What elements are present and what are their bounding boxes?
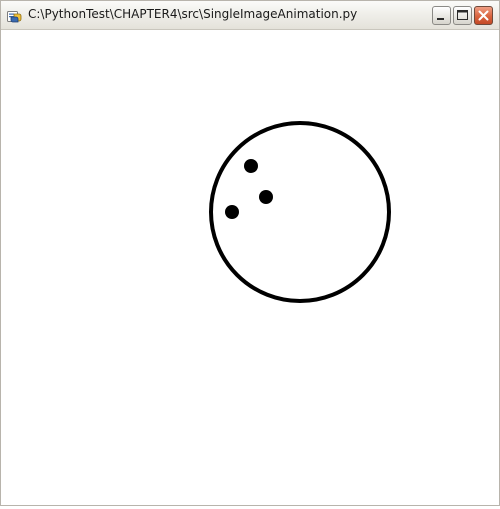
bowling-ball-icon	[209, 121, 391, 303]
minimize-icon	[437, 18, 444, 20]
minimize-button[interactable]	[432, 6, 451, 25]
animation-canvas	[1, 30, 499, 505]
window-title: C:\PythonTest\CHAPTER4\src\SingleImageAn…	[28, 7, 358, 21]
finger-hole-left	[225, 205, 239, 219]
finger-hole-top	[244, 159, 258, 173]
close-icon	[478, 10, 489, 21]
app-window: C:\PythonTest\CHAPTER4\src\SingleImageAn…	[0, 0, 500, 506]
title-bar[interactable]: C:\PythonTest\CHAPTER4\src\SingleImageAn…	[1, 1, 499, 30]
close-button[interactable]	[474, 6, 493, 25]
finger-hole-right	[259, 190, 273, 204]
python-file-icon[interactable]	[7, 9, 22, 23]
maximize-button[interactable]	[453, 6, 472, 25]
maximize-icon	[457, 10, 468, 20]
